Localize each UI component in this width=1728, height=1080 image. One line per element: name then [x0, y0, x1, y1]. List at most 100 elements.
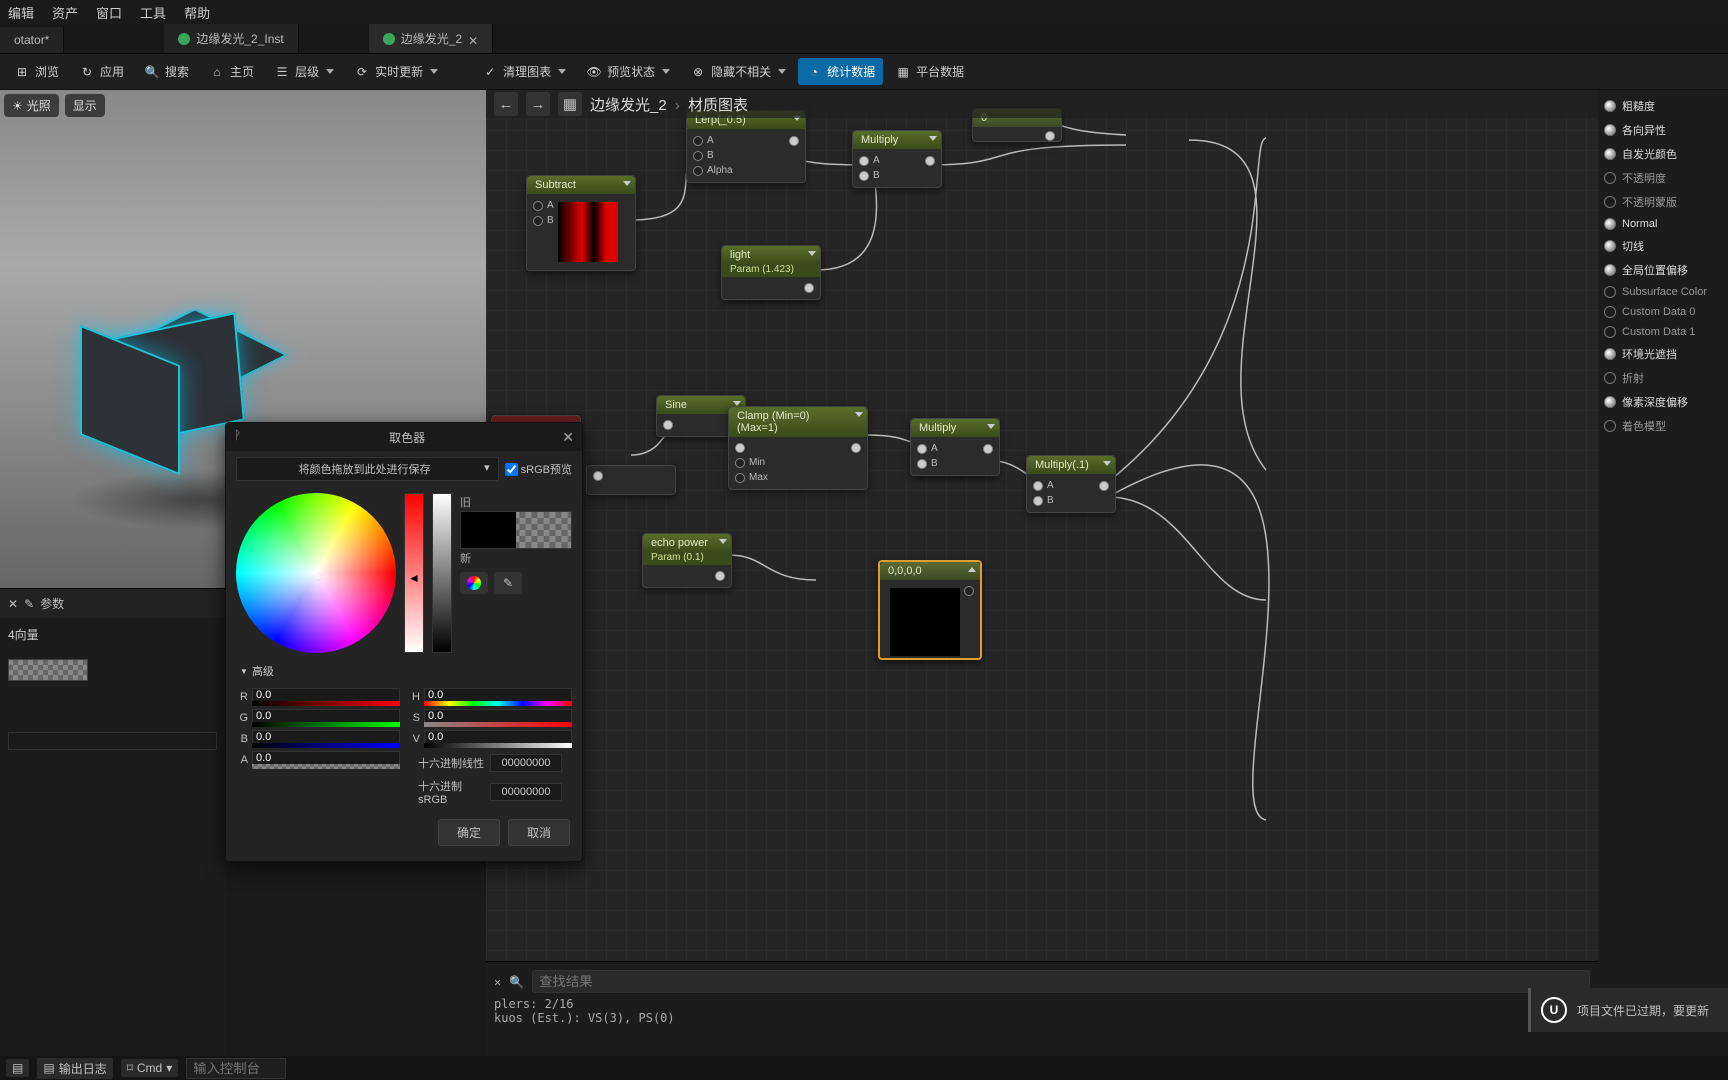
nav-home-button[interactable]: ▦ [558, 92, 582, 116]
output-pin[interactable] [593, 471, 603, 481]
srgb-preview-checkbox[interactable]: sRGB预览 [505, 461, 572, 477]
swatch-dropzone[interactable]: 将颜色拖放到此处进行保存 ▾ [236, 457, 499, 481]
color-swatch-input[interactable] [8, 659, 88, 681]
b-slider[interactable]: B0.0 [236, 730, 400, 748]
v-slider[interactable]: V0.0 [408, 730, 572, 748]
output-pin[interactable] [983, 444, 993, 454]
drawer-button[interactable]: ▤ [6, 1059, 29, 1077]
output-pin-item[interactable]: 不透明度 [1602, 166, 1724, 190]
input-pin[interactable] [693, 136, 703, 146]
material-graph[interactable]: ← → ▦ 边缘发光_2 › 材质图表 [486, 90, 1598, 961]
tab-inst[interactable]: 边缘发光_2_Inst [164, 24, 298, 53]
input-pin[interactable] [917, 444, 927, 454]
input-pin[interactable] [533, 201, 543, 211]
input-pin[interactable] [735, 473, 745, 483]
a-slider[interactable]: A0.0 [236, 751, 400, 769]
chevron-down-icon[interactable] [1103, 461, 1111, 466]
output-pin-item[interactable]: 粗糙度 [1602, 94, 1724, 118]
color-wheel-cursor[interactable] [314, 573, 322, 581]
close-icon[interactable]: ✕ [468, 34, 478, 44]
input-pin[interactable] [735, 443, 745, 453]
chevron-down-icon[interactable] [987, 424, 995, 429]
output-pin-item[interactable]: 不透明蒙版 [1602, 190, 1724, 214]
output-log-button[interactable]: ▤输出日志 [37, 1058, 112, 1079]
chevron-down-icon[interactable] [929, 136, 937, 141]
close-icon[interactable]: ✕ [562, 429, 574, 446]
color-circle-tool[interactable] [460, 572, 488, 594]
node-light-param[interactable]: light Param (1.423) [721, 245, 821, 300]
clean-button[interactable]: ✓清理图表 [474, 58, 574, 85]
input-pin[interactable] [1033, 496, 1043, 506]
menu-window[interactable]: 窗口 [96, 3, 122, 22]
input-pin[interactable] [735, 458, 745, 468]
output-pin-item[interactable]: Normal [1602, 214, 1724, 234]
close-icon[interactable]: ✕ [8, 597, 18, 611]
node-multiply-3[interactable]: Multiply(.1) A B [1026, 455, 1116, 513]
output-pin-item[interactable]: 环境光遮挡 [1602, 342, 1724, 366]
node-multiply-1[interactable]: Multiply A B [852, 130, 942, 188]
close-icon[interactable]: ✕ [494, 975, 501, 989]
node-vec4-selected[interactable]: 0,0,0,0 [878, 560, 982, 660]
show-button[interactable]: 显示 [65, 94, 105, 117]
input-pin[interactable] [917, 459, 927, 469]
output-pin-item[interactable]: 全局位置偏移 [1602, 258, 1724, 282]
breadcrumb-leaf[interactable]: 材质图表 [688, 97, 748, 114]
menu-edit[interactable]: 编辑 [8, 3, 34, 22]
hex-linear-input[interactable] [490, 754, 562, 772]
output-pin[interactable] [789, 136, 799, 146]
output-pin[interactable] [804, 283, 814, 293]
node-subtract[interactable]: Subtract A B [526, 175, 636, 271]
tab-material[interactable]: 边缘发光_2 ✕ [369, 24, 493, 53]
browse-button[interactable]: ⊞浏览 [6, 58, 67, 85]
input-pin[interactable] [693, 151, 703, 161]
output-pin-item[interactable]: 自发光颜色 [1602, 142, 1724, 166]
output-pin-item[interactable]: 着色模型 [1602, 414, 1724, 438]
log-search-input[interactable] [532, 970, 1590, 993]
h-slider[interactable]: H0.0 [408, 688, 572, 706]
dialog-titlebar[interactable]: ᚹ 取色器 ✕ [226, 423, 582, 451]
chevron-down-icon[interactable] [808, 251, 816, 256]
output-pin[interactable] [851, 443, 861, 453]
output-pin[interactable] [1099, 481, 1109, 491]
output-pin-item[interactable]: 各向异性 [1602, 118, 1724, 142]
menu-help[interactable]: 帮助 [184, 3, 210, 22]
node-lerp[interactable]: Lerp(_0.5) A B Alpha [686, 110, 806, 183]
cancel-button[interactable]: 取消 [508, 819, 570, 846]
chevron-down-icon[interactable] [623, 181, 631, 186]
stats-button[interactable]: ◔统计数据 [798, 58, 883, 85]
input-pin[interactable] [1033, 481, 1043, 491]
input-pin[interactable] [663, 420, 673, 430]
color-wheel[interactable] [236, 493, 396, 653]
lighting-mode-button[interactable]: ☀光照 [4, 94, 59, 117]
value-strip[interactable] [432, 493, 452, 653]
live-update-button[interactable]: ⟳实时更新 [346, 58, 446, 85]
platform-button[interactable]: ▦平台数据 [887, 58, 972, 85]
hide-unrelated-button[interactable]: ⊗隐藏不相关 [682, 58, 794, 85]
notification-toast[interactable]: U 项目文件已过期，要更新 [1528, 988, 1728, 1032]
input-pin[interactable] [859, 171, 869, 181]
tab-otator[interactable]: otator* [0, 27, 64, 53]
color-picker-dialog[interactable]: ᚹ 取色器 ✕ 将颜色拖放到此处进行保存 ▾ sRGB预览 ◄ 旧 新 [225, 422, 583, 862]
apply-button[interactable]: ↻应用 [71, 58, 132, 85]
r-slider[interactable]: R0.0 [236, 688, 400, 706]
chevron-up-icon[interactable] [968, 567, 976, 572]
output-pin-item[interactable]: 像素深度偏移 [1602, 390, 1724, 414]
node-clamp[interactable]: Clamp (Min=0) (Max=1) Min Max [728, 406, 868, 490]
menu-asset[interactable]: 资产 [52, 3, 78, 22]
s-slider[interactable]: S0.0 [408, 709, 572, 727]
cmd-dropdown[interactable]: ⌑Cmd ▾ [121, 1059, 179, 1077]
nav-forward-button[interactable]: → [526, 92, 550, 116]
hierarchy-button[interactable]: ☰层级 [266, 58, 342, 85]
param-slider[interactable] [8, 732, 217, 750]
output-pin[interactable] [1045, 131, 1055, 141]
breadcrumb-root[interactable]: 边缘发光_2 [590, 97, 667, 114]
ok-button[interactable]: 确定 [438, 819, 500, 846]
preview-state-button[interactable]: 👁预览状态 [578, 58, 678, 85]
home-button[interactable]: ⌂主页 [201, 58, 262, 85]
chevron-down-icon[interactable] [855, 412, 863, 417]
node-reroute[interactable] [586, 465, 676, 495]
chevron-down-icon[interactable]: ▾ [484, 461, 490, 474]
node-echo-power[interactable]: echo power Param (0.1) [642, 533, 732, 588]
input-pin[interactable] [859, 156, 869, 166]
chevron-down-icon[interactable] [719, 539, 727, 544]
